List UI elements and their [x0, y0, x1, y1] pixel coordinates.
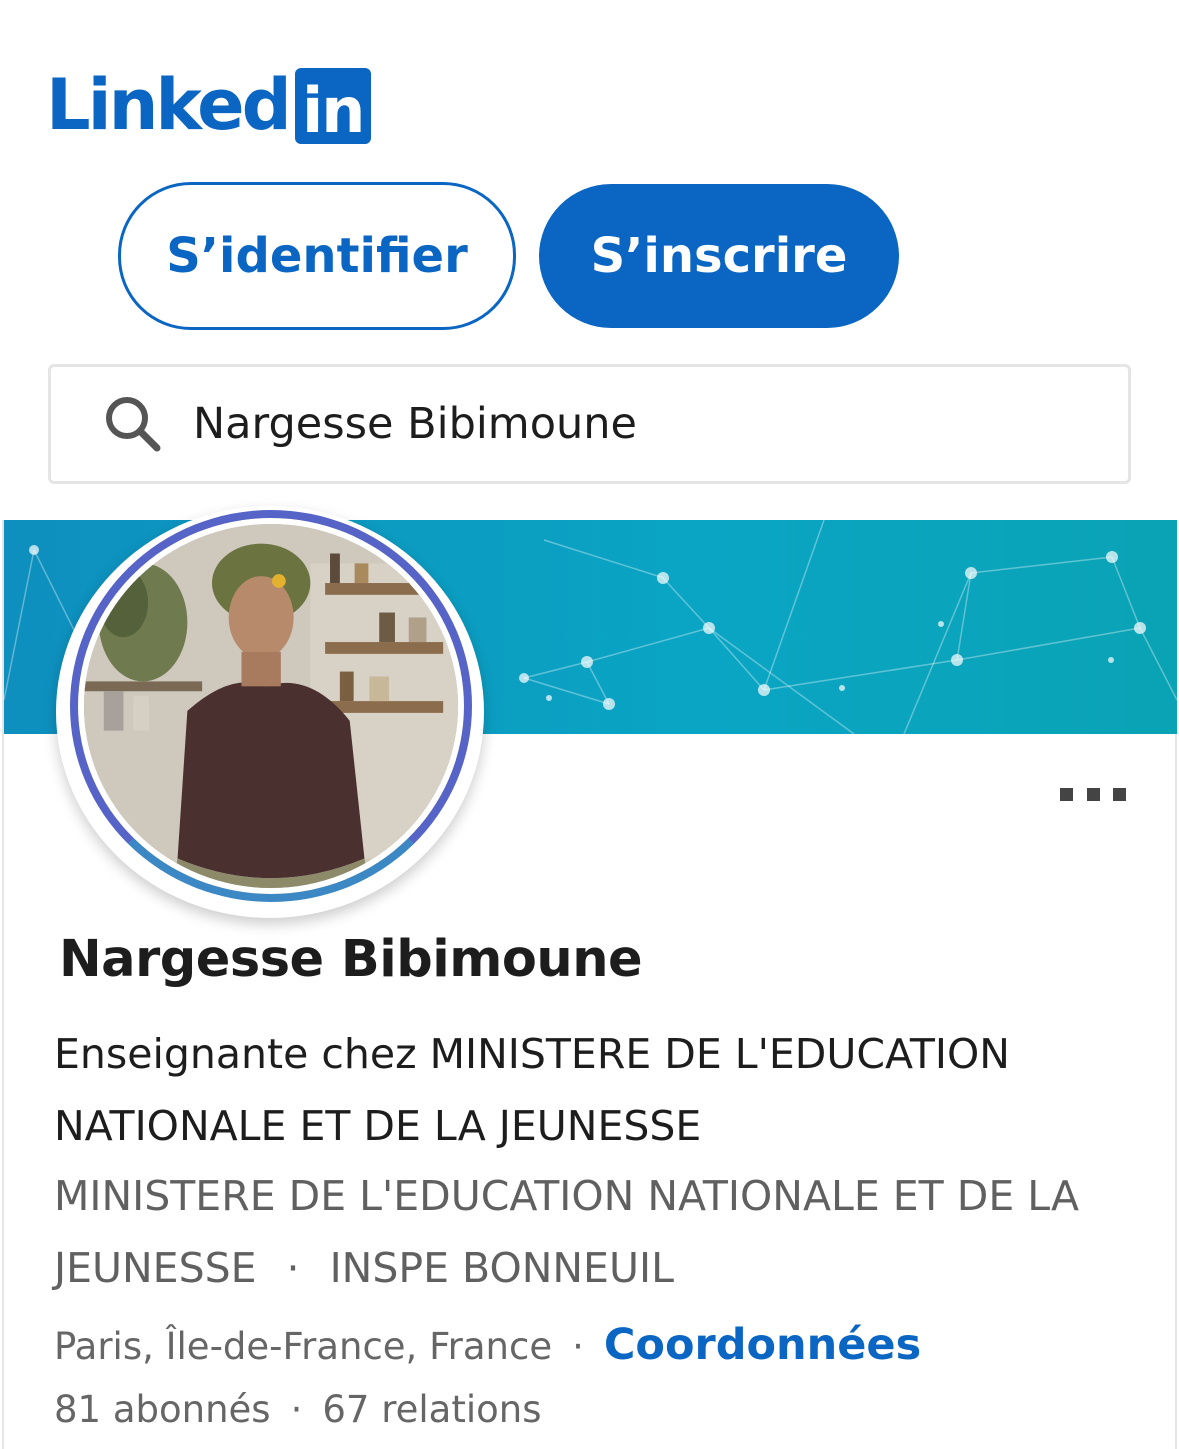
separator-dot: ·: [290, 1388, 303, 1431]
separator-dot: ·: [572, 1325, 584, 1368]
avatar[interactable]: [70, 510, 472, 902]
profile-school[interactable]: INSPE BONNEUIL: [330, 1244, 674, 1292]
more-dot: [1113, 788, 1126, 801]
contact-info-link[interactable]: Coordonnées: [604, 1320, 921, 1370]
profile-location: Paris, Île-de-France, France: [54, 1325, 553, 1368]
profile-headline: Enseignante chez MINISTERE DE L'EDUCATIO…: [54, 1030, 1010, 1150]
connections-count: 67 relations: [322, 1388, 542, 1431]
followers-count: 81 abonnés: [54, 1388, 271, 1431]
more-dot: [1086, 788, 1100, 801]
profile-stats-row: 81 abonnés · 67 relations: [54, 1388, 541, 1431]
separator-dot: ·: [286, 1244, 300, 1292]
search-bar[interactable]: [48, 364, 1131, 484]
profile-card: Nargesse Bibimoune Enseignante chez MINI…: [2, 506, 1177, 1449]
profile-location-row: Paris, Île-de-France, France · Coordonné…: [54, 1320, 1154, 1370]
linkedin-logo[interactable]: Linked in: [46, 66, 371, 144]
logo-in-box: in: [294, 68, 371, 144]
sign-in-button[interactable]: S’identifier: [118, 182, 516, 330]
more-dot: [1060, 788, 1073, 801]
profile-org-line: MINISTERE DE L'EDUCATION NATIONALE ET DE…: [54, 1160, 1154, 1304]
search-icon: [106, 397, 161, 452]
search-input[interactable]: [193, 399, 993, 449]
join-button[interactable]: S’inscrire: [539, 184, 899, 328]
logo-wordmark: Linked: [46, 64, 292, 146]
profile-name: Nargesse Bibimoune: [59, 930, 643, 989]
profile-photo: [84, 524, 458, 888]
more-options-icon[interactable]: [1060, 788, 1126, 804]
